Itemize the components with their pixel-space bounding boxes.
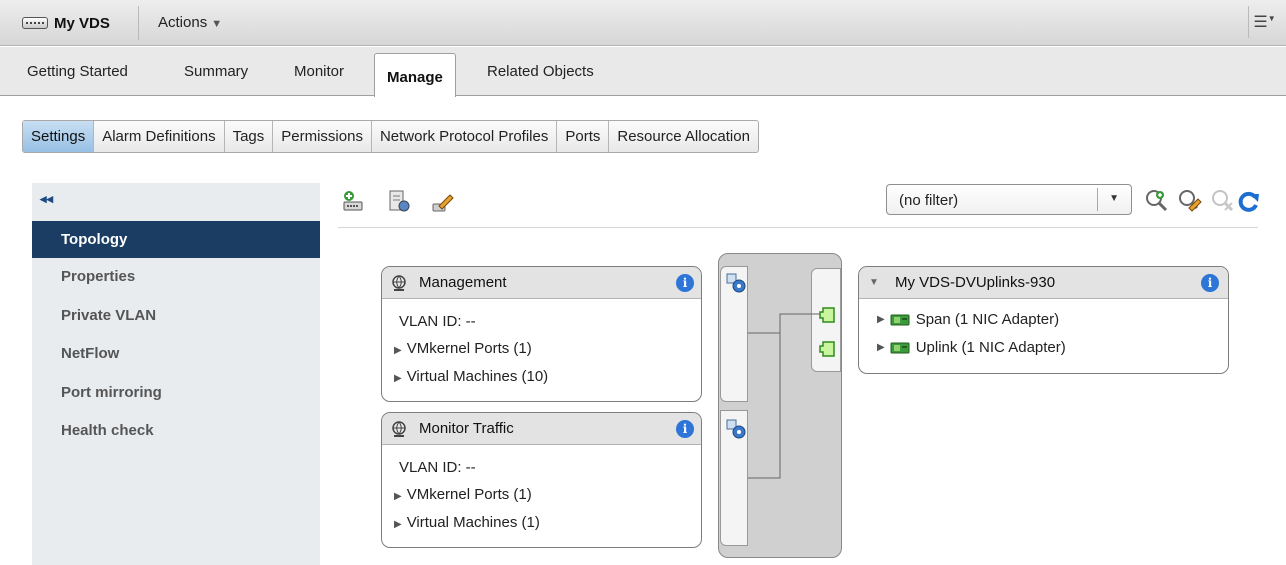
virtual-machines-expander[interactable]: ▶ Virtual Machines (1) [394,514,540,531]
info-icon[interactable]: i [676,274,694,292]
virtual-machines-label: Virtual Machines (10) [406,368,549,385]
port-group-monitor-traffic[interactable]: Monitor Traffic i VLAN ID: -- ▶ VMkernel … [381,412,702,548]
virtual-machines-label: Virtual Machines (1) [406,514,540,531]
expand-triangle-icon: ▶ [394,491,402,502]
uplink-span-label: Span (1 NIC Adapter) [915,311,1060,328]
port-group-header: Management i [382,267,701,299]
vmkernel-ports-expander[interactable]: ▶ VMkernel Ports (1) [394,340,532,357]
expand-triangle-icon: ▶ [394,373,402,384]
port-group-name: Monitor Traffic [419,420,514,437]
expand-triangle-icon: ▶ [877,314,885,325]
info-icon[interactable]: i [1201,274,1219,292]
info-icon[interactable]: i [676,420,694,438]
expand-triangle-icon: ▶ [394,519,402,530]
expand-triangle-icon: ▶ [394,345,402,356]
uplink-port-group[interactable]: ▼ My VDS-DVUplinks-930 i ▶ Span (1 NIC A… [858,266,1229,374]
uplink-uplink[interactable]: ▶ Uplink (1 NIC Adapter) [877,339,1066,356]
collapse-triangle-icon[interactable]: ▼ [869,277,879,288]
port-group-name: Management [419,274,507,291]
nic-adapter-icon [890,314,910,325]
expand-triangle-icon: ▶ [877,342,885,353]
virtual-machines-expander[interactable]: ▶ Virtual Machines (10) [394,368,548,385]
port-group-header: Monitor Traffic i [382,413,701,445]
uplink-port-icon[interactable] [819,306,837,324]
vlan-id: VLAN ID: -- [399,459,476,476]
uplink-group-header: ▼ My VDS-DVUplinks-930 i [859,267,1228,299]
port-group-management[interactable]: Management i VLAN ID: -- ▶ VMkernel Ports… [381,266,702,402]
nic-adapter-icon [890,342,910,353]
vmkernel-ports-expander[interactable]: ▶ VMkernel Ports (1) [394,486,532,503]
vmkernel-ports-label: VMkernel Ports (1) [406,340,532,357]
uplink-group-name: My VDS-DVUplinks-930 [895,274,1056,291]
port-group-settings-icon[interactable] [725,418,747,440]
port-group-settings-icon[interactable] [725,272,747,294]
uplink-port-icon[interactable] [819,340,837,358]
uplink-uplink-label: Uplink (1 NIC Adapter) [915,339,1066,356]
vlan-id: VLAN ID: -- [399,313,476,330]
port-group-globe-icon [392,421,406,437]
vmkernel-ports-label: VMkernel Ports (1) [406,486,532,503]
uplink-span[interactable]: ▶ Span (1 NIC Adapter) [877,311,1059,328]
port-group-globe-icon [392,275,406,291]
